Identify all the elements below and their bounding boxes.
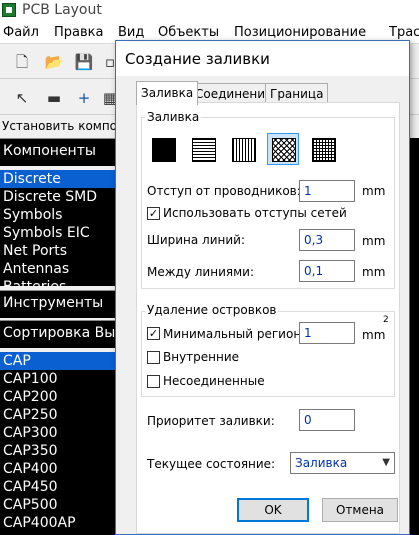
- priority-input[interactable]: 0: [299, 409, 355, 431]
- select-cursor-icon[interactable]: ↖: [12, 88, 32, 108]
- app-title: PCB Layout: [22, 2, 102, 18]
- parts-list: CAP CAP100 CAP200 CAP250 CAP300 CAP350 C…: [0, 352, 120, 535]
- fill-group-label: Заливка: [145, 110, 202, 124]
- state-select-value: Заливка: [295, 456, 348, 470]
- crosshatch-icon: [272, 138, 296, 162]
- library-item[interactable]: Discrete: [0, 170, 120, 188]
- line-width-unit: mm: [362, 234, 386, 248]
- line-spacing-input[interactable]: 0,1: [299, 260, 355, 282]
- min-region-unit-sup: 2: [383, 315, 389, 325]
- part-item[interactable]: CAP300: [0, 424, 120, 442]
- state-label: Текущее состояние:: [147, 457, 276, 471]
- menu-routing[interactable]: Трас: [389, 25, 419, 40]
- menu-edit[interactable]: Правка: [54, 25, 103, 40]
- open-folder-icon[interactable]: 📂: [44, 52, 64, 72]
- sort-header-label: Сортировка Выкл: [3, 325, 133, 341]
- min-region-input[interactable]: 1: [299, 322, 355, 344]
- min-region-unit: mm: [362, 328, 386, 342]
- islands-group-label: Удаление островков: [145, 303, 279, 317]
- pattern-horizontal[interactable]: [187, 133, 219, 165]
- dialog-title: Создание заливки: [125, 50, 270, 68]
- fill-dialog: Создание заливки Заливка Соединения Гран…: [115, 40, 410, 535]
- part-item[interactable]: CAP400AP: [0, 514, 120, 532]
- grid-fill-icon: [312, 138, 336, 162]
- tab-border[interactable]: Граница: [265, 83, 329, 104]
- min-region-checkbox[interactable]: ✓: [147, 327, 160, 340]
- save-icon[interactable]: 💾: [74, 52, 94, 72]
- library-list: Discrete Discrete SMD Symbols Symbols EI…: [0, 170, 120, 286]
- ruler-icon[interactable]: ▬: [44, 88, 64, 108]
- solid-fill-icon: [152, 138, 176, 162]
- menu-placement[interactable]: Позиционирование: [234, 25, 366, 40]
- components-header-label: Компоненты: [3, 143, 96, 159]
- horizontal-lines-icon: [192, 138, 216, 162]
- new-file-icon[interactable]: 🗋: [12, 52, 32, 72]
- part-item[interactable]: CAP100: [0, 370, 120, 388]
- library-item[interactable]: Batteries: [0, 278, 120, 286]
- use-net-offsets-label: Использовать отступы сетей: [163, 206, 347, 220]
- min-region-label: Минимальный регион:: [163, 327, 306, 341]
- part-item[interactable]: CAP450: [0, 478, 120, 496]
- part-item[interactable]: CAP350: [0, 442, 120, 460]
- inner-label: Внутренние: [163, 350, 240, 364]
- unconnected-label: Несоединенные: [163, 374, 265, 388]
- line-spacing-label: Между линиями:: [147, 265, 254, 279]
- tools-header-label: Инструменты: [3, 295, 104, 311]
- menu-view[interactable]: Вид: [118, 25, 144, 40]
- dialog-titlebar[interactable]: Создание заливки: [116, 41, 409, 76]
- line-width-label: Ширина линий:: [147, 233, 246, 247]
- inner-checkbox[interactable]: [147, 351, 160, 364]
- library-item[interactable]: Net Ports: [0, 242, 120, 260]
- offset-input[interactable]: 1: [299, 180, 355, 202]
- vertical-lines-icon: [232, 138, 256, 162]
- ok-button[interactable]: OK: [237, 498, 309, 522]
- line-width-input[interactable]: 0,3: [299, 229, 355, 251]
- part-item[interactable]: CAP200: [0, 388, 120, 406]
- menu-file[interactable]: Файл: [3, 25, 39, 40]
- chevron-down-icon: ▼: [382, 457, 390, 468]
- crosshair-icon[interactable]: +: [74, 88, 94, 108]
- line-spacing-unit: mm: [362, 265, 386, 279]
- tab-fill[interactable]: Заливка: [136, 81, 199, 105]
- unconnected-checkbox[interactable]: [147, 375, 160, 388]
- library-item[interactable]: Antennas: [0, 260, 120, 278]
- app-logo-icon: [2, 3, 16, 17]
- part-item[interactable]: CAP500: [0, 496, 120, 514]
- offset-unit: mm: [362, 184, 386, 198]
- part-item[interactable]: CAP400: [0, 460, 120, 478]
- cancel-button[interactable]: Отмена: [322, 498, 398, 522]
- tools-header[interactable]: Инструменты: [0, 290, 120, 318]
- part-item[interactable]: CAP250: [0, 406, 120, 424]
- use-net-offsets-checkbox[interactable]: ✓: [147, 207, 160, 220]
- pattern-grid[interactable]: [307, 133, 339, 165]
- app-titlebar: PCB Layout: [0, 0, 419, 22]
- menu-objects[interactable]: Объекты: [158, 25, 219, 40]
- library-item[interactable]: Symbols EIC: [0, 224, 120, 242]
- library-item[interactable]: Discrete SMD: [0, 188, 120, 206]
- pattern-crosshatch[interactable]: [267, 133, 299, 165]
- sort-header[interactable]: Сортировка Выкл: [0, 320, 133, 348]
- priority-label: Приоритет заливки:: [147, 414, 275, 428]
- offset-label: Отступ от проводников:: [147, 184, 301, 198]
- pattern-vertical[interactable]: [227, 133, 259, 165]
- part-item[interactable]: CAP: [0, 352, 120, 370]
- pattern-solid[interactable]: [147, 133, 179, 165]
- components-header[interactable]: Компоненты: [0, 138, 120, 166]
- library-item[interactable]: Symbols: [0, 206, 120, 224]
- state-select[interactable]: Заливка ▼: [290, 452, 395, 474]
